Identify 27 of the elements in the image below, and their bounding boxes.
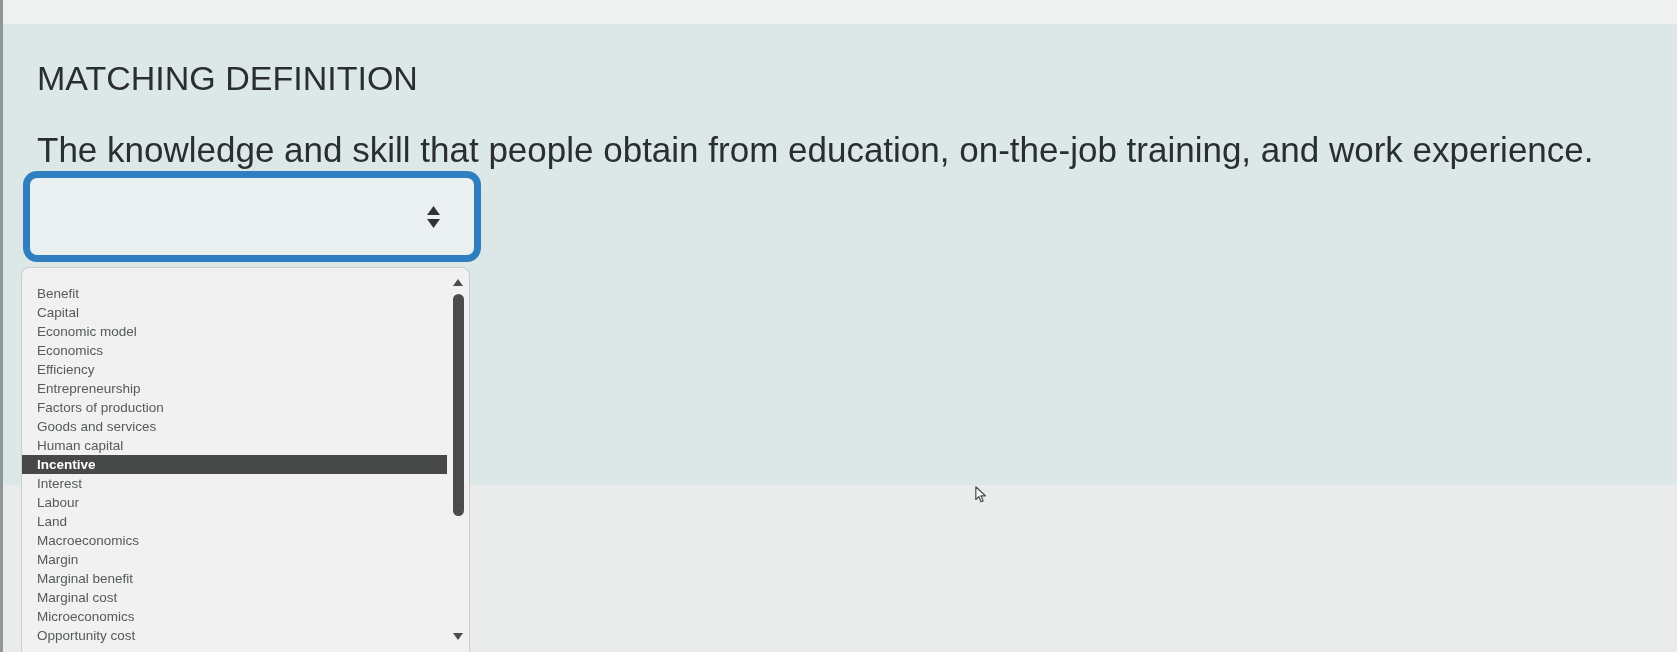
dropdown-option[interactable]: Marginal cost: [22, 588, 447, 607]
dropdown-option[interactable]: Microeconomics: [22, 607, 447, 626]
dropdown-option[interactable]: Capital: [22, 303, 447, 322]
dropdown-option[interactable]: Interest: [22, 474, 447, 493]
dropdown-option[interactable]: Land: [22, 512, 447, 531]
up-down-caret-icon: [427, 205, 440, 228]
dropdown-option[interactable]: Efficiency: [22, 360, 447, 379]
scroll-up-arrow-icon[interactable]: [453, 279, 463, 286]
answer-select[interactable]: [23, 171, 481, 262]
dropdown-option[interactable]: Benefit: [22, 284, 447, 303]
dropdown-option[interactable]: Factors of production: [22, 398, 447, 417]
dropdown-option[interactable]: Margin: [22, 550, 447, 569]
definition-text: The knowledge and skill that people obtain from education, on-the-job training, and work experience.: [37, 129, 1594, 171]
dropdown-option[interactable]: Labour: [22, 493, 447, 512]
question-title: MATCHING DEFINITION: [37, 58, 418, 98]
dropdown-option[interactable]: Economics: [22, 341, 447, 360]
dropdown-option[interactable]: Marginal benefit: [22, 569, 447, 588]
scrollbar-thumb[interactable]: [452, 294, 464, 516]
mouse-pointer-icon: [975, 486, 987, 503]
dropdown-option[interactable]: Entrepreneurship: [22, 379, 447, 398]
dropdown-option[interactable]: Economic model: [22, 322, 447, 341]
dropdown-option[interactable]: Human capital: [22, 436, 447, 455]
scroll-down-arrow-icon[interactable]: [453, 633, 463, 640]
dropdown-option[interactable]: Opportunity cost: [22, 626, 447, 645]
dropdown-option[interactable]: Goods and services: [22, 417, 447, 436]
dropdown-option[interactable]: Macroeconomics: [22, 531, 447, 550]
dropdown-option[interactable]: Incentive: [22, 455, 447, 474]
